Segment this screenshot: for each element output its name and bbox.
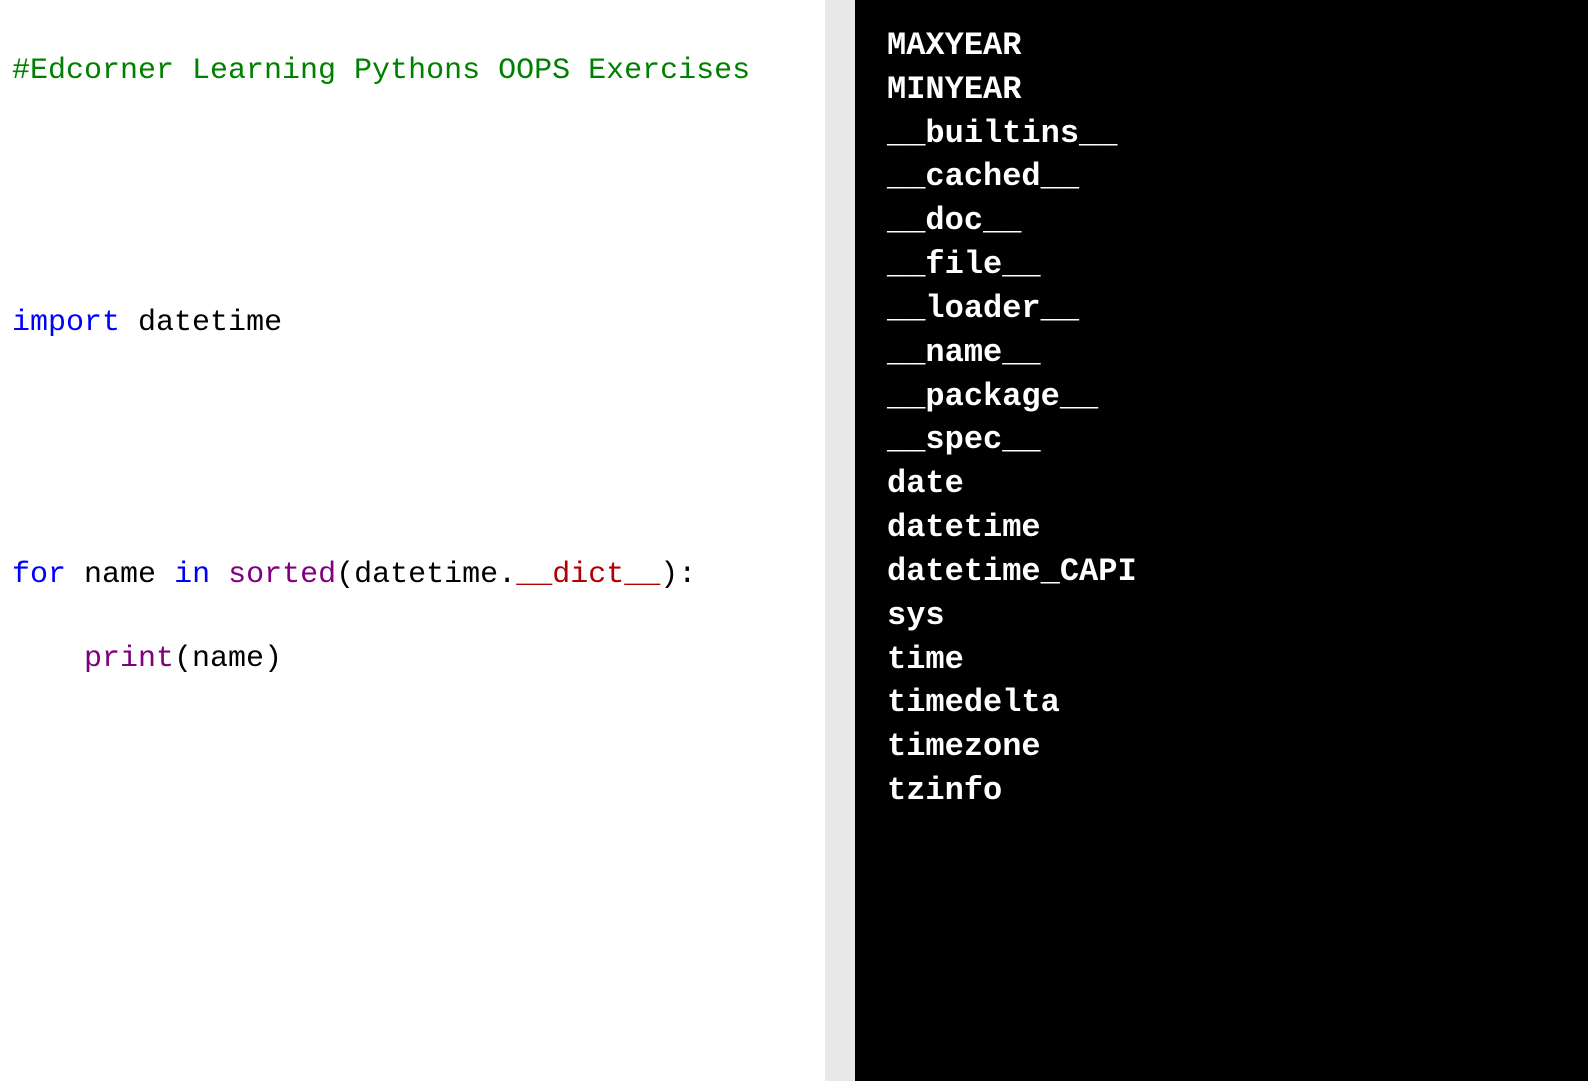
code-line-for: for name in sorted(datetime.__dict__): bbox=[12, 554, 813, 596]
code-line-blank bbox=[12, 218, 813, 260]
comment-token: #Edcorner Learning Pythons OOPS Exercise… bbox=[12, 54, 750, 88]
colon-token: : bbox=[678, 558, 696, 592]
keyword-import: import bbox=[12, 306, 120, 340]
open-paren: ( bbox=[336, 558, 354, 592]
module-name: datetime bbox=[138, 306, 282, 340]
output-line: __name__ bbox=[887, 331, 1556, 375]
output-line: __spec__ bbox=[887, 418, 1556, 462]
output-line: MAXYEAR bbox=[887, 24, 1556, 68]
code-line-blank bbox=[12, 470, 813, 512]
arg-name: name bbox=[192, 642, 264, 676]
output-line: MINYEAR bbox=[887, 68, 1556, 112]
output-line: __file__ bbox=[887, 243, 1556, 287]
open-paren: ( bbox=[174, 642, 192, 676]
space-token bbox=[120, 306, 138, 340]
keyword-in: in bbox=[174, 558, 210, 592]
output-line: sys bbox=[887, 594, 1556, 638]
code-line-import: import datetime bbox=[12, 302, 813, 344]
builtin-print: print bbox=[84, 642, 174, 676]
indent-token bbox=[12, 642, 84, 676]
keyword-for: for bbox=[12, 558, 66, 592]
code-line-blank bbox=[12, 386, 813, 428]
space-token bbox=[66, 558, 84, 592]
terminal-output-pane[interactable]: MAXYEAR MINYEAR __builtins__ __cached__ … bbox=[855, 0, 1588, 1081]
output-line: tzinfo bbox=[887, 769, 1556, 813]
output-line: __loader__ bbox=[887, 287, 1556, 331]
dot-token: . bbox=[498, 558, 516, 592]
object-datetime: datetime bbox=[354, 558, 498, 592]
space-token bbox=[156, 558, 174, 592]
code-line-comment: #Edcorner Learning Pythons OOPS Exercise… bbox=[12, 50, 813, 92]
code-line-print: print(name) bbox=[12, 638, 813, 680]
output-line: datetime bbox=[887, 506, 1556, 550]
output-line: timezone bbox=[887, 725, 1556, 769]
output-line: __doc__ bbox=[887, 199, 1556, 243]
builtin-sorted: sorted bbox=[228, 558, 336, 592]
output-line: date bbox=[887, 462, 1556, 506]
output-line: __builtins__ bbox=[887, 112, 1556, 156]
output-line: __cached__ bbox=[887, 155, 1556, 199]
close-paren: ) bbox=[264, 642, 282, 676]
code-line-blank bbox=[12, 134, 813, 176]
output-line: __package__ bbox=[887, 375, 1556, 419]
dunder-dict: __dict__ bbox=[516, 558, 660, 592]
loop-var: name bbox=[84, 558, 156, 592]
output-line: time bbox=[887, 638, 1556, 682]
code-editor-pane[interactable]: #Edcorner Learning Pythons OOPS Exercise… bbox=[0, 0, 825, 1081]
close-paren: ) bbox=[660, 558, 678, 592]
output-line: timedelta bbox=[887, 681, 1556, 725]
pane-divider[interactable] bbox=[825, 0, 855, 1081]
output-line: datetime_CAPI bbox=[887, 550, 1556, 594]
space-token bbox=[210, 558, 228, 592]
